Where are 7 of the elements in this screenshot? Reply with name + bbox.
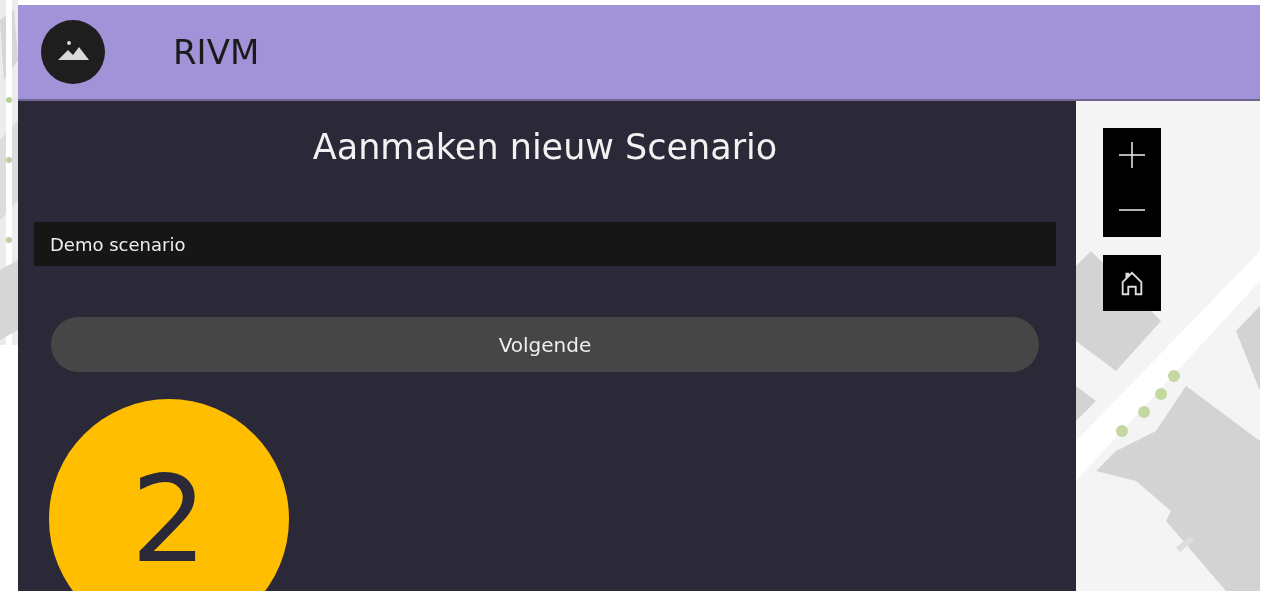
app-title: RIVM — [173, 32, 260, 72]
step-badge: 2 — [49, 399, 289, 591]
panel-title: Aanmaken nieuw Scenario — [312, 127, 778, 167]
picture-logo-icon — [41, 20, 105, 84]
next-button[interactable]: Volgende — [51, 317, 1039, 372]
name-input-field[interactable]: Demo scenario — [34, 222, 1056, 266]
home-icon[interactable] — [1103, 255, 1161, 311]
